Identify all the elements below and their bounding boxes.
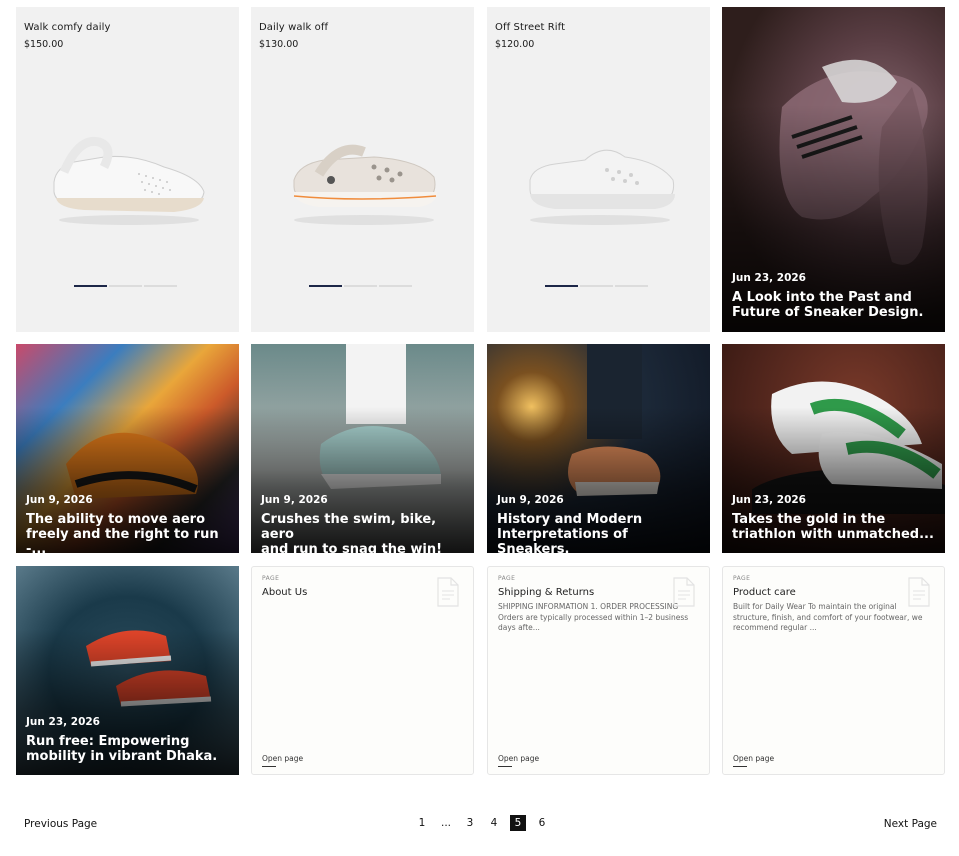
post-title[interactable]: Takes the gold in the triathlon with unm… <box>732 512 937 542</box>
carousel-dots[interactable] <box>309 285 412 287</box>
open-page-link[interactable]: Open page <box>498 754 539 767</box>
blog-card[interactable]: Jun 23, 2026 A Look into the Past and Fu… <box>722 7 945 332</box>
post-title-line: and run to snag the win! <box>261 542 443 553</box>
next-page-button[interactable]: Next Page <box>884 818 937 830</box>
page-ellipsis: ... <box>440 817 451 829</box>
post-title-line: The ability to move aero <box>26 512 206 527</box>
open-page-link[interactable]: Open page <box>733 754 774 767</box>
pagination: Previous Page 1 ... 3 4 5 6 Next Page <box>0 815 959 835</box>
clog-shoe-image[interactable] <box>515 112 685 232</box>
post-date: Jun 9, 2026 <box>497 494 564 506</box>
product-name[interactable]: Walk comfy daily <box>24 22 110 33</box>
page-numbers: 1 ... 3 4 5 6 <box>410 815 554 831</box>
blog-card[interactable]: Jun 23, 2026 Takes the gold in the triat… <box>722 344 945 553</box>
post-title-line: freely and the right to run -... <box>26 527 219 553</box>
post-title[interactable]: Run free: Empowering mobility in vibrant… <box>26 734 231 764</box>
open-page-link[interactable]: Open page <box>262 754 303 767</box>
page-title[interactable]: Product care <box>733 587 796 598</box>
post-title-line: Future of Sneaker Design. <box>732 305 924 320</box>
post-title[interactable]: History and Modern Interpretations of Sn… <box>497 512 702 553</box>
product-price: $130.00 <box>259 39 299 50</box>
post-title-line: triathlon with unmatched... <box>732 527 934 542</box>
page-tag: PAGE <box>733 575 751 582</box>
page-card[interactable]: PAGE Product care Built for Daily Wear T… <box>722 566 945 775</box>
document-icon <box>437 577 459 607</box>
page-tag: PAGE <box>262 575 280 582</box>
post-date: Jun 23, 2026 <box>732 494 806 506</box>
post-date: Jun 9, 2026 <box>261 494 328 506</box>
post-date: Jun 9, 2026 <box>26 494 93 506</box>
carousel-dots[interactable] <box>74 285 177 287</box>
post-title-line: Takes the gold in the <box>732 512 886 527</box>
page-title[interactable]: Shipping & Returns <box>498 587 594 598</box>
post-title[interactable]: A Look into the Past and Future of Sneak… <box>732 290 937 320</box>
page-number-5-current[interactable]: 5 <box>510 815 526 831</box>
page-excerpt: SHIPPING INFORMATION 1. ORDER PROCESSING… <box>498 602 689 632</box>
post-title-line: A Look into the Past and <box>732 290 912 305</box>
document-icon <box>673 577 695 607</box>
product-card[interactable]: Daily walk off $130.00 <box>251 7 474 332</box>
blog-card[interactable]: Jun 9, 2026 Crushes the swim, bike, aero… <box>251 344 474 553</box>
product-price: $120.00 <box>495 39 535 50</box>
blog-card[interactable]: Jun 9, 2026 The ability to move aero fre… <box>16 344 239 553</box>
page-number-3[interactable]: 3 <box>458 815 482 831</box>
clog-shoe-image[interactable] <box>44 112 214 232</box>
page-card[interactable]: PAGE About Us Open page <box>251 566 474 775</box>
blog-card[interactable]: Jun 9, 2026 History and Modern Interpret… <box>487 344 710 553</box>
document-icon <box>908 577 930 607</box>
post-title-line: Crushes the swim, bike, aero <box>261 512 437 542</box>
previous-page-button[interactable]: Previous Page <box>24 818 97 830</box>
post-date: Jun 23, 2026 <box>26 716 100 728</box>
post-title-line: Interpretations of Sneakers. <box>497 527 628 553</box>
post-title-line: History and Modern <box>497 512 643 527</box>
page-excerpt: Built for Daily Wear To maintain the ori… <box>733 602 923 632</box>
product-card[interactable]: Walk comfy daily $150.00 <box>16 7 239 332</box>
product-name[interactable]: Daily walk off <box>259 22 328 33</box>
page-tag: PAGE <box>498 575 516 582</box>
post-date: Jun 23, 2026 <box>732 272 806 284</box>
post-title-line: mobility in vibrant Dhaka. <box>26 749 218 764</box>
post-title[interactable]: Crushes the swim, bike, aero and run to … <box>261 512 466 553</box>
post-title-line: Run free: Empowering <box>26 734 190 749</box>
page-number-6[interactable]: 6 <box>530 815 554 831</box>
page-number-4[interactable]: 4 <box>482 815 506 831</box>
blog-card[interactable]: Jun 23, 2026 Run free: Empowering mobili… <box>16 566 239 775</box>
clog-shoe-image[interactable] <box>279 112 449 232</box>
product-card[interactable]: Off Street Rift $120.00 <box>487 7 710 332</box>
product-name[interactable]: Off Street Rift <box>495 22 565 33</box>
page-card[interactable]: PAGE Shipping & Returns SHIPPING INFORMA… <box>487 566 710 775</box>
page-number-1[interactable]: 1 <box>410 815 434 831</box>
post-title[interactable]: The ability to move aero freely and the … <box>26 512 231 553</box>
product-price: $150.00 <box>24 39 64 50</box>
page-title[interactable]: About Us <box>262 587 307 598</box>
carousel-dots[interactable] <box>545 285 648 287</box>
